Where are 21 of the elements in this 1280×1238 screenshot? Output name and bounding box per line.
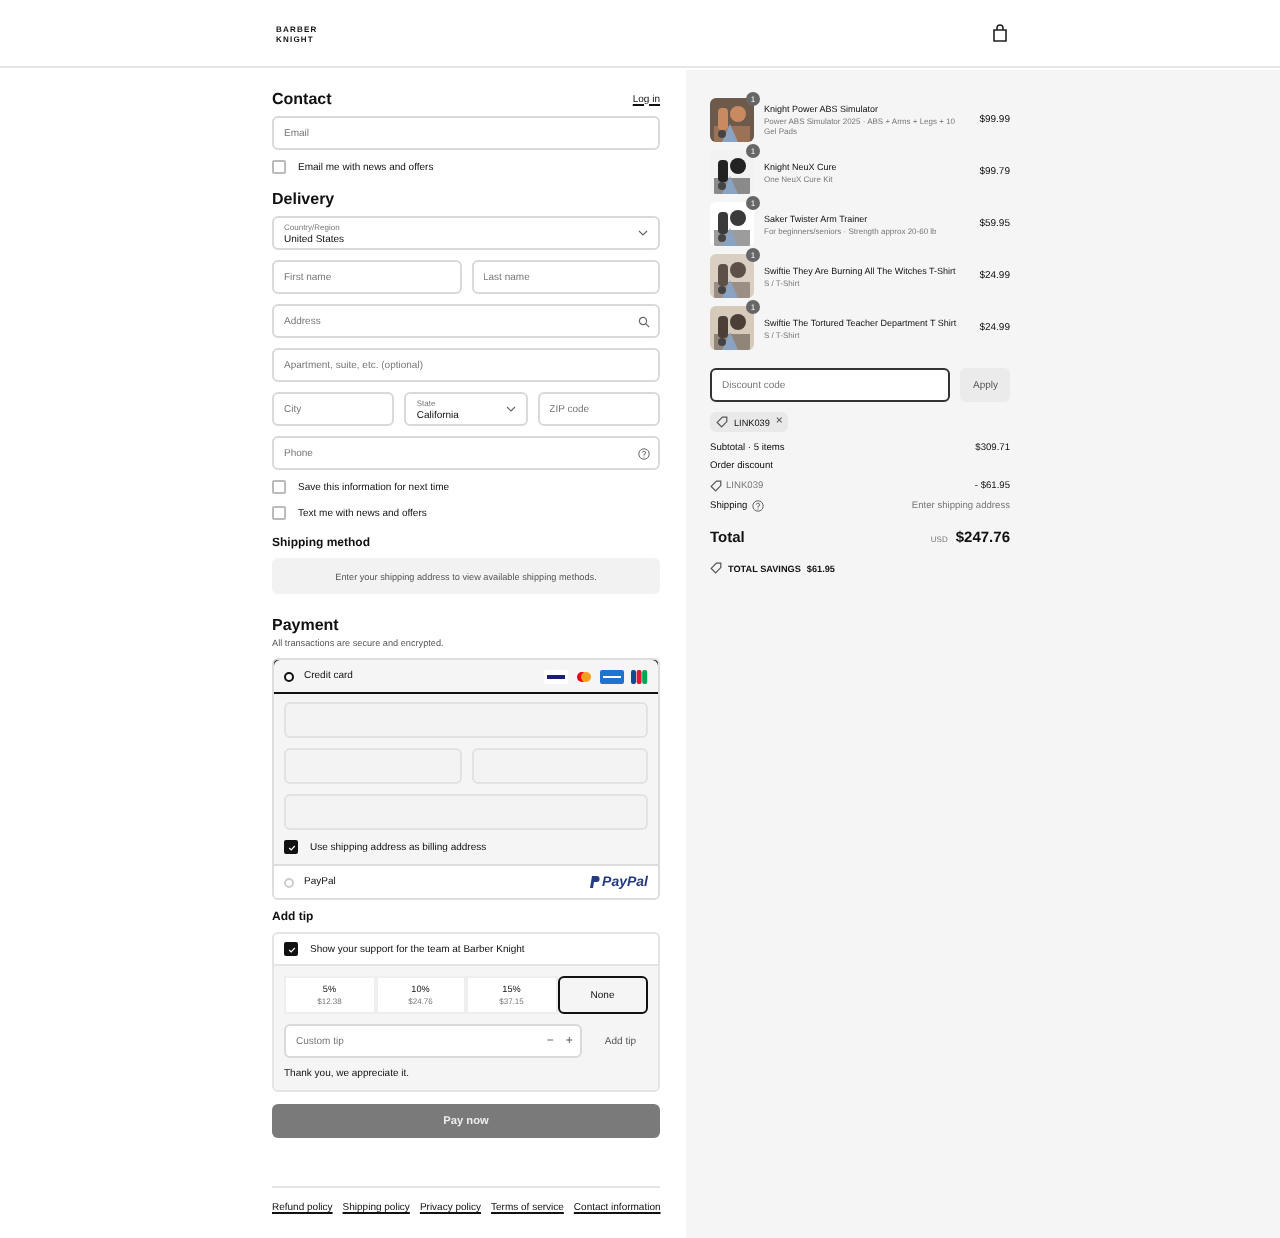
- checkbox[interactable]: [284, 840, 298, 854]
- section-title: Delivery: [272, 190, 337, 208]
- checkbox[interactable]: [272, 506, 286, 520]
- help-icon[interactable]: [751, 500, 764, 512]
- help-icon[interactable]: [638, 447, 650, 459]
- caret-icon: [638, 230, 648, 236]
- section-title: Payment: [272, 616, 341, 634]
- section-title: Contact: [272, 90, 332, 108]
- checkbox[interactable]: [272, 160, 286, 174]
- shopping-bag-icon[interactable]: [992, 24, 1008, 42]
- tag-icon: [716, 416, 728, 428]
- card-logo-icon: [544, 669, 568, 683]
- card-logo-icon: [574, 669, 594, 683]
- card-logo-icon: [630, 669, 648, 683]
- checkbox[interactable]: [272, 480, 286, 494]
- tag-icon: [710, 480, 722, 492]
- checkbox[interactable]: [284, 942, 298, 956]
- search-icon: [638, 315, 650, 327]
- tag-icon: [710, 562, 722, 574]
- card-logo-icon: [600, 669, 624, 683]
- caret-icon: [505, 406, 516, 412]
